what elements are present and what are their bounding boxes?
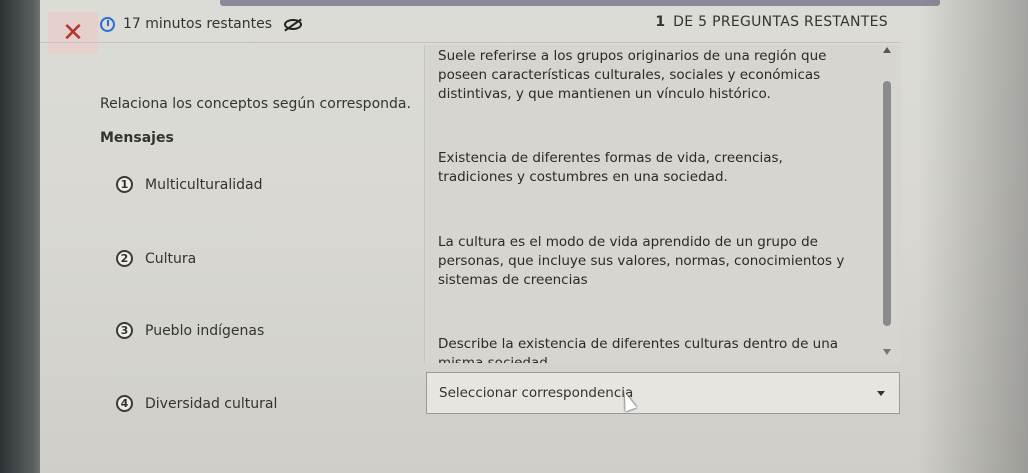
top-strip [220, 0, 940, 6]
concept-label: Cultura [145, 250, 197, 267]
scrollbar[interactable] [881, 45, 895, 363]
question-count-text: DE 5 PREGUNTAS RESTANTES [673, 14, 888, 30]
concept-label: Pueblo indígenas [145, 322, 265, 339]
definition-item: Existencia de diferentes formas de vida,… [438, 150, 783, 185]
concept-label: Diversidad cultural [145, 395, 278, 412]
definition-item: Describe la existencia de diferentes cul… [438, 336, 839, 363]
instructions: Relaciona los conceptos según correspond… [100, 96, 411, 112]
concept-number: 2 [116, 250, 133, 267]
clock-icon [100, 16, 115, 32]
close-button[interactable]: ✕ [48, 12, 98, 54]
concept-number: 4 [116, 395, 133, 412]
scroll-up-icon[interactable] [883, 47, 891, 53]
timer-text: 17 minutos restantes [123, 16, 273, 32]
chevron-down-icon [877, 390, 885, 396]
close-icon: ✕ [62, 18, 84, 48]
definition-item: Suele referirse a los grupos originarios… [438, 48, 827, 102]
section-title: Mensajes [100, 130, 174, 146]
concept-4: 4 Diversidad cultural [116, 395, 277, 412]
concept-2: 2 Cultura [116, 250, 196, 267]
definitions-panel[interactable]: Suele referirse a los grupos originarios… [424, 45, 901, 363]
scroll-down-icon[interactable] [883, 349, 891, 355]
correspondence-select[interactable]: Seleccionar correspondencia [426, 372, 900, 414]
select-value: Seleccionar correspondencia [439, 385, 634, 401]
timer: 17 minutos restantes [100, 16, 303, 32]
concept-3: 3 Pueblo indígenas [116, 322, 264, 339]
definition-item: La cultura es el modo de vida aprendido … [438, 234, 845, 288]
eye-slash-icon[interactable] [284, 18, 303, 30]
quiz-page: ✕ 17 minutos restantes 1 DE 5 PREGUNTAS … [40, 0, 1028, 473]
concept-number: 3 [116, 322, 133, 339]
question-count: 1 DE 5 PREGUNTAS RESTANTES [655, 14, 888, 30]
header-divider [40, 42, 900, 43]
scroll-thumb[interactable] [883, 81, 891, 326]
concept-number: 1 [116, 176, 133, 193]
concept-label: Multiculturalidad [145, 176, 263, 193]
concept-1: 1 Multiculturalidad [116, 176, 263, 193]
question-number: 1 [655, 14, 666, 30]
